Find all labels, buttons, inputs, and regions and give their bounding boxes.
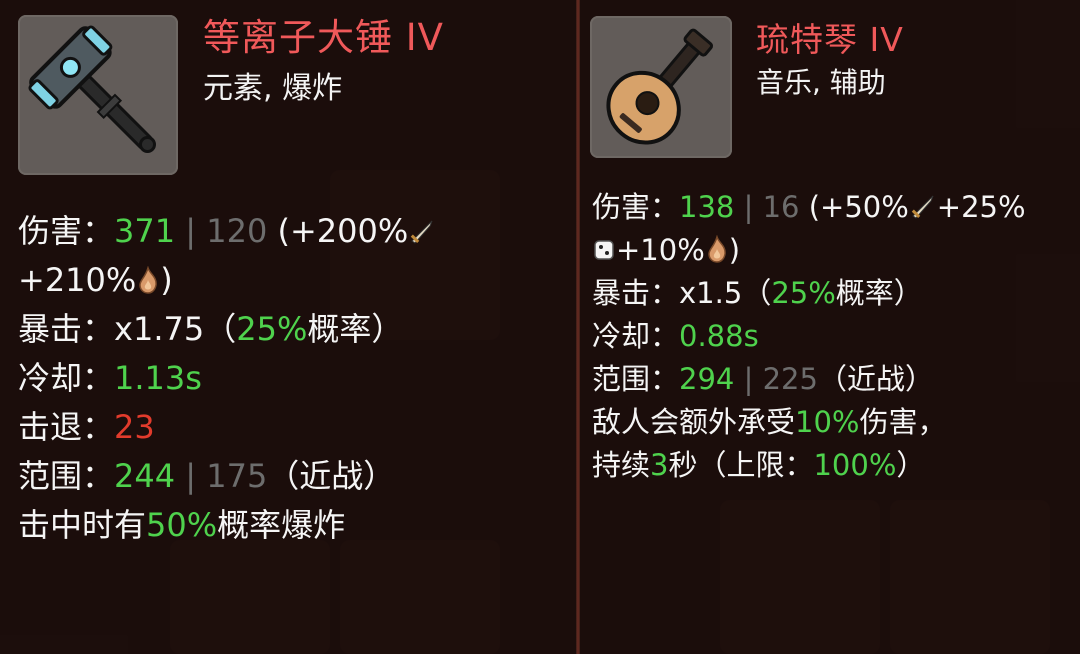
stat-effect: 击中时有50%概率爆炸 [18,501,436,550]
crit-multiplier: x1.75 [114,310,205,348]
stat-range: 范围：294 | 225（近战） [592,358,1026,401]
stat-crit: 暴击：x1.75（25%概率） [18,305,436,354]
item-tags: 元素, 爆炸 [203,71,343,106]
item-icon-frame [18,15,178,175]
effect-chance: 50% [146,506,218,544]
lute-icon [606,28,714,145]
damage-separator: | [175,212,207,250]
crit-chance: 25% [236,310,308,348]
crit-suffix: 概率） [835,276,923,310]
effect1-value: 10% [795,405,860,439]
range-separator: | [175,457,207,495]
crit-multiplier: x1.5 [679,276,743,310]
range-suffix: （近战） [817,362,934,396]
cooldown-value: 0.88s [679,319,759,353]
effect-suffix: 概率爆炸 [217,506,346,544]
damage-scaling-open: (+200% [267,212,409,250]
stat-list: 伤害：371 | 120 (+200% +210%) 暴击：x1.75（25%概… [18,207,436,550]
stat-effect-1: 敌人会额外承受10%伤害， [592,401,1026,444]
damage-base: 16 [762,190,800,224]
cooldown-label: 冷却： [592,319,680,353]
damage-scaling-close: ) [160,261,173,299]
damage-scaling-mid: +25% [936,190,1026,224]
damage-value: 371 [114,212,176,250]
sword-icon [911,195,934,219]
effect1-prefix: 敌人会额外承受 [592,405,796,439]
effect1-suffix: 伤害， [859,405,947,439]
knockback-label: 击退： [18,408,115,446]
stat-effect-2: 持续3秒（上限：100%） [592,444,1026,487]
effect2-cap: 100% [813,448,897,482]
item-icon-frame [590,16,732,158]
item-tags: 音乐, 辅助 [756,66,886,99]
dice-icon [594,240,614,260]
stat-damage: 伤害：371 | 120 (+200% [18,207,436,256]
crit-label: 暴击： [592,276,680,310]
item-name: 琉特琴 IV [756,20,904,59]
range-value: 244 [114,457,176,495]
effect2-prefix: 持续 [592,448,651,482]
crit-open: （ [742,276,772,310]
range-label: 范围： [592,362,680,396]
cooldown-value: 1.13s [114,359,202,397]
effect-prefix: 击中时有 [18,506,147,544]
damage-scaling-line2: +210% [18,261,137,299]
range-suffix: （近战） [267,457,396,495]
item-tooltip-plasma-hammer: 等离子大锤 IV 元素, 爆炸 伤害：371 | 120 (+200% +210… [0,0,576,654]
crit-open: （ [204,310,237,348]
range-separator: | [734,362,763,396]
stat-damage-cont: +10%) [592,229,1026,272]
stat-cooldown: 冷却：1.13s [18,354,436,403]
damage-label: 伤害： [18,212,115,250]
stat-damage: 伤害：138 | 16 (+50% +25% [592,186,1026,229]
hammer-icon [28,25,156,153]
crit-label: 暴击： [18,310,115,348]
range-value: 294 [679,362,735,396]
item-name: 等离子大锤 IV [203,16,444,59]
stat-range: 范围：244 | 175（近战） [18,452,436,501]
effect2-value: 3 [650,448,669,482]
crit-suffix: 概率） [307,310,404,348]
damage-base: 120 [206,212,268,250]
fire-icon [139,266,158,294]
damage-scaling-close: ) [728,233,741,267]
stat-damage-cont: +210%) [18,256,436,305]
damage-label: 伤害： [592,190,680,224]
stat-list: 伤害：138 | 16 (+50% +25% +10%) 暴击：x1.5（25%概… [592,186,1026,487]
stat-cooldown: 冷却：0.88s [592,315,1026,358]
damage-separator: | [734,190,763,224]
cooldown-label: 冷却： [18,359,115,397]
stat-knockback: 击退：23 [18,403,436,452]
range-base: 175 [206,457,268,495]
effect2-close: ） [896,448,926,482]
fire-icon [708,235,726,263]
range-label: 范围： [18,457,115,495]
damage-value: 138 [679,190,735,224]
item-tooltip-lute: 琉特琴 IV 音乐, 辅助 伤害：138 | 16 (+50% +25% +10%… [580,0,1080,654]
knockback-value: 23 [114,408,155,446]
range-base: 225 [762,362,818,396]
effect2-mid: 秒（上限： [668,448,814,482]
sword-icon [411,220,433,244]
damage-scaling-line2: +10% [616,233,705,267]
damage-scaling-open: (+50% [799,190,909,224]
stat-crit: 暴击：x1.5（25%概率） [592,272,1026,315]
crit-chance: 25% [771,276,836,310]
